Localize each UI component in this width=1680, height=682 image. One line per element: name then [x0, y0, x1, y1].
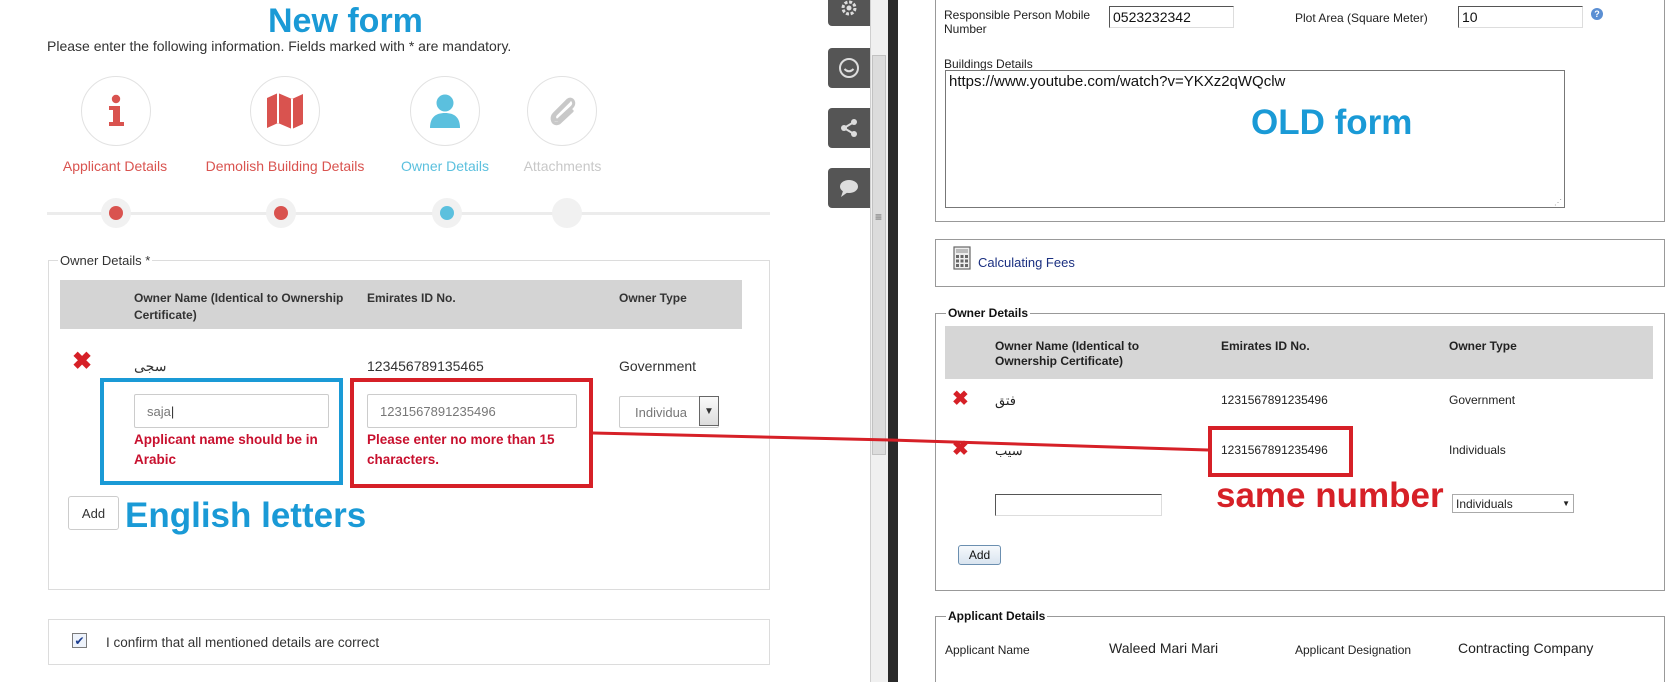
annotation-connector-line — [592, 431, 1209, 452]
annotation-connector — [592, 431, 1209, 452]
